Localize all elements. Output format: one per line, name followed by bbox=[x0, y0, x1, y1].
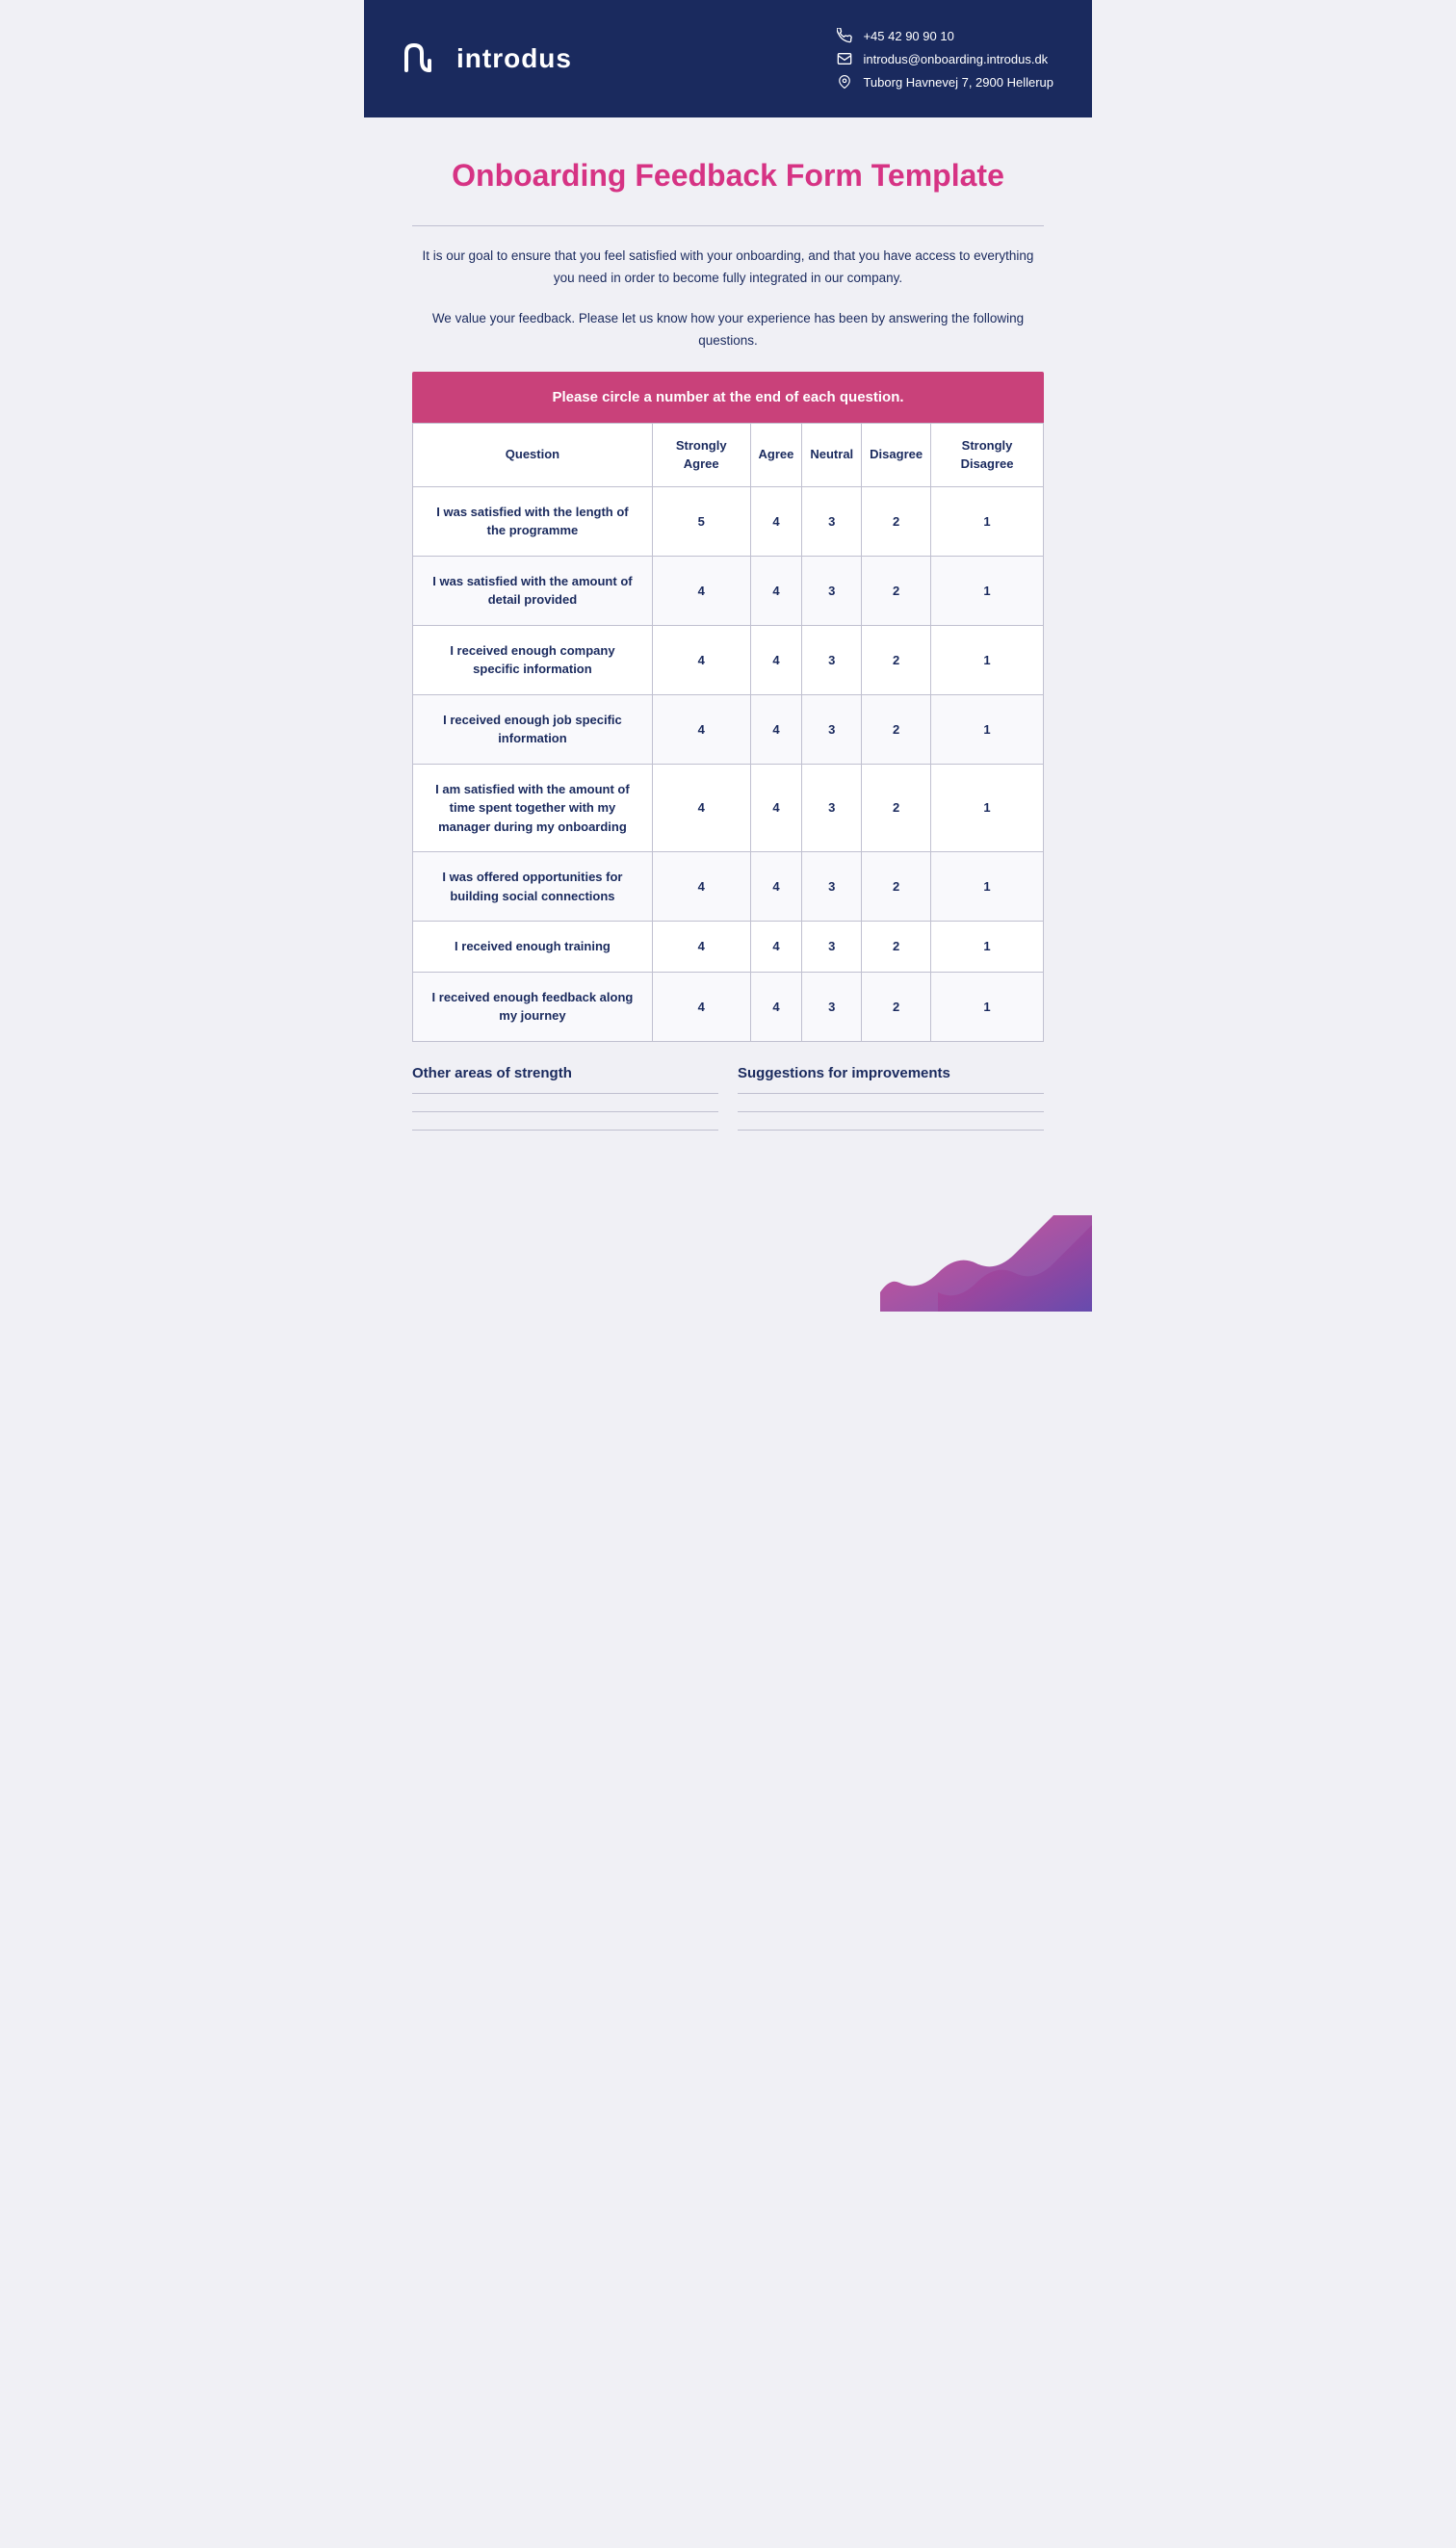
col-header-neutral: Neutral bbox=[802, 424, 862, 486]
intro-paragraph-2: We value your feedback. Please let us kn… bbox=[412, 308, 1044, 352]
cell-agree: 4 bbox=[750, 972, 802, 1041]
table-row: I was satisfied with the length of the p… bbox=[413, 486, 1044, 556]
col-header-question: Question bbox=[413, 424, 653, 486]
cell-disagree: 2 bbox=[862, 694, 931, 764]
cell-agree: 4 bbox=[750, 694, 802, 764]
cell-neutral: 3 bbox=[802, 972, 862, 1041]
phone-icon bbox=[836, 27, 853, 44]
question-cell: I received enough training bbox=[413, 922, 653, 973]
table-row: I received enough job specific informati… bbox=[413, 694, 1044, 764]
question-cell: I received enough feedback along my jour… bbox=[413, 972, 653, 1041]
contact-email: introdus@onboarding.introdus.dk bbox=[836, 50, 1053, 67]
bottom-section: Other areas of strength Suggestions for … bbox=[412, 1065, 1044, 1167]
write-line-6 bbox=[738, 1130, 1044, 1131]
question-cell: I received enough company specific infor… bbox=[413, 625, 653, 694]
cell-strongly_agree: 4 bbox=[652, 694, 750, 764]
cell-strongly_agree: 4 bbox=[652, 556, 750, 625]
cell-disagree: 2 bbox=[862, 556, 931, 625]
strengths-area: Other areas of strength bbox=[412, 1065, 718, 1148]
question-cell: I received enough job specific informati… bbox=[413, 694, 653, 764]
write-line-1 bbox=[412, 1093, 718, 1094]
cell-neutral: 3 bbox=[802, 556, 862, 625]
page: introdus +45 42 90 90 10 introdus@ bbox=[364, 0, 1092, 1312]
cell-strongly_disagree: 1 bbox=[931, 486, 1044, 556]
instruction-banner: Please circle a number at the end of eac… bbox=[412, 372, 1044, 423]
feedback-table: Question Strongly Agree Agree Neutral Di… bbox=[412, 423, 1044, 1041]
cell-strongly_agree: 4 bbox=[652, 852, 750, 922]
wave-decoration bbox=[880, 1215, 1092, 1312]
cell-disagree: 2 bbox=[862, 922, 931, 973]
cell-agree: 4 bbox=[750, 852, 802, 922]
cell-strongly_agree: 4 bbox=[652, 764, 750, 852]
cell-strongly_disagree: 1 bbox=[931, 625, 1044, 694]
cell-agree: 4 bbox=[750, 922, 802, 973]
cell-strongly_agree: 4 bbox=[652, 922, 750, 973]
suggestions-area: Suggestions for improvements bbox=[738, 1065, 1044, 1148]
cell-strongly_agree: 5 bbox=[652, 486, 750, 556]
question-cell: I was offered opportunities for building… bbox=[413, 852, 653, 922]
cell-neutral: 3 bbox=[802, 764, 862, 852]
cell-agree: 4 bbox=[750, 625, 802, 694]
contact-phone: +45 42 90 90 10 bbox=[836, 27, 1053, 44]
address-text: Tuborg Havnevej 7, 2900 Hellerup bbox=[863, 75, 1053, 90]
logo-area: introdus bbox=[403, 39, 572, 79]
cell-neutral: 3 bbox=[802, 694, 862, 764]
question-cell: I was satisfied with the length of the p… bbox=[413, 486, 653, 556]
cell-neutral: 3 bbox=[802, 922, 862, 973]
cell-strongly_disagree: 1 bbox=[931, 764, 1044, 852]
cell-agree: 4 bbox=[750, 556, 802, 625]
col-header-strongly-disagree: Strongly Disagree bbox=[931, 424, 1044, 486]
cell-agree: 4 bbox=[750, 764, 802, 852]
logo-icon bbox=[403, 39, 445, 79]
write-line-5 bbox=[738, 1111, 1044, 1112]
table-header-row: Question Strongly Agree Agree Neutral Di… bbox=[413, 424, 1044, 486]
title-divider bbox=[412, 225, 1044, 226]
question-cell: I am satisfied with the amount of time s… bbox=[413, 764, 653, 852]
contact-address: Tuborg Havnevej 7, 2900 Hellerup bbox=[836, 73, 1053, 91]
suggestions-label: Suggestions for improvements bbox=[738, 1065, 1044, 1081]
logo-text: introdus bbox=[456, 43, 572, 74]
question-cell: I was satisfied with the amount of detai… bbox=[413, 556, 653, 625]
header: introdus +45 42 90 90 10 introdus@ bbox=[364, 0, 1092, 117]
footer-area bbox=[364, 1196, 1092, 1312]
cell-strongly_disagree: 1 bbox=[931, 922, 1044, 973]
col-header-agree: Agree bbox=[750, 424, 802, 486]
page-title: Onboarding Feedback Form Template bbox=[412, 156, 1044, 196]
table-row: I received enough feedback along my jour… bbox=[413, 972, 1044, 1041]
write-line-3 bbox=[412, 1130, 718, 1131]
cell-strongly_disagree: 1 bbox=[931, 972, 1044, 1041]
cell-disagree: 2 bbox=[862, 852, 931, 922]
col-header-disagree: Disagree bbox=[862, 424, 931, 486]
cell-disagree: 2 bbox=[862, 625, 931, 694]
write-line-2 bbox=[412, 1111, 718, 1112]
col-header-strongly-agree: Strongly Agree bbox=[652, 424, 750, 486]
cell-neutral: 3 bbox=[802, 625, 862, 694]
intro-paragraph-1: It is our goal to ensure that you feel s… bbox=[412, 246, 1044, 290]
phone-text: +45 42 90 90 10 bbox=[863, 29, 953, 43]
cell-agree: 4 bbox=[750, 486, 802, 556]
table-row: I received enough training44321 bbox=[413, 922, 1044, 973]
cell-strongly_disagree: 1 bbox=[931, 694, 1044, 764]
cell-neutral: 3 bbox=[802, 852, 862, 922]
email-text: introdus@onboarding.introdus.dk bbox=[863, 52, 1048, 66]
contact-info: +45 42 90 90 10 introdus@onboarding.intr… bbox=[836, 27, 1053, 91]
table-row: I received enough company specific infor… bbox=[413, 625, 1044, 694]
write-line-4 bbox=[738, 1093, 1044, 1094]
email-icon bbox=[836, 50, 853, 67]
cell-disagree: 2 bbox=[862, 486, 931, 556]
cell-strongly_disagree: 1 bbox=[931, 556, 1044, 625]
location-icon bbox=[836, 73, 853, 91]
table-row: I was satisfied with the amount of detai… bbox=[413, 556, 1044, 625]
cell-strongly_disagree: 1 bbox=[931, 852, 1044, 922]
cell-disagree: 2 bbox=[862, 972, 931, 1041]
cell-disagree: 2 bbox=[862, 764, 931, 852]
strengths-label: Other areas of strength bbox=[412, 1065, 718, 1081]
table-row: I was offered opportunities for building… bbox=[413, 852, 1044, 922]
main-content: Onboarding Feedback Form Template It is … bbox=[364, 117, 1092, 1196]
cell-neutral: 3 bbox=[802, 486, 862, 556]
table-row: I am satisfied with the amount of time s… bbox=[413, 764, 1044, 852]
cell-strongly_agree: 4 bbox=[652, 972, 750, 1041]
cell-strongly_agree: 4 bbox=[652, 625, 750, 694]
